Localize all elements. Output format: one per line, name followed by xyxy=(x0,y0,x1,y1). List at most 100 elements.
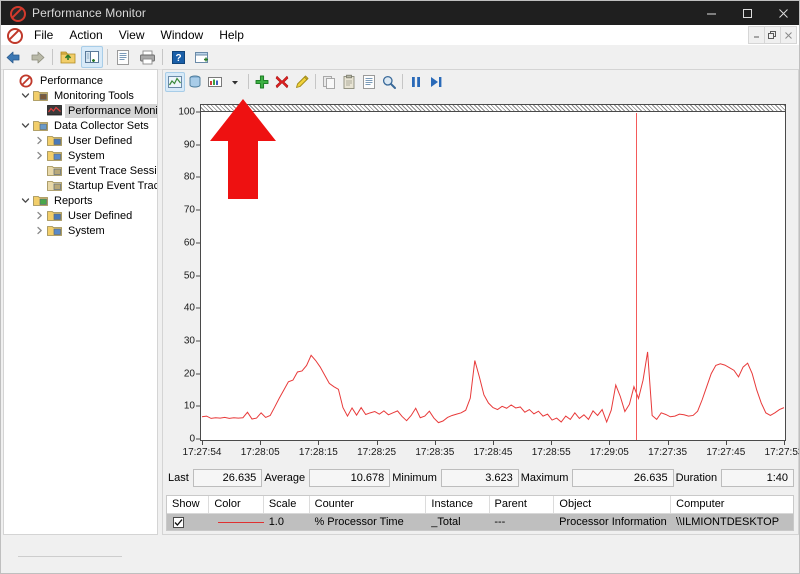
counter-table-body: 1.0% Processor Time_Total---Processor In… xyxy=(167,514,793,530)
tree-item-user-defined[interactable]: User Defined xyxy=(4,208,157,223)
x-axis-tick-label: 17:28:45 xyxy=(474,447,513,458)
column-header-scale[interactable]: Scale xyxy=(264,496,310,513)
tree-item-label: User Defined xyxy=(65,134,135,148)
delete-counter-button[interactable] xyxy=(272,72,292,92)
help-button[interactable]: ? xyxy=(167,46,189,68)
column-header-counter[interactable]: Counter xyxy=(310,496,427,513)
copy-properties-button[interactable] xyxy=(319,72,339,92)
tree-item-monitoring-tools[interactable]: Monitoring Tools xyxy=(4,88,157,103)
change-graph-type-button[interactable] xyxy=(205,72,225,92)
tree-item-label: Data Collector Sets xyxy=(51,119,152,133)
maximize-button[interactable] xyxy=(729,1,765,25)
chevron-collapsed-icon[interactable] xyxy=(32,133,46,148)
performance-monitor-window: Performance Monitor File Action View Win… xyxy=(0,0,800,574)
chevron-expanded-icon[interactable] xyxy=(18,193,32,208)
tree-item-label: Performance xyxy=(37,74,106,88)
table-row[interactable]: 1.0% Processor Time_Total---Processor In… xyxy=(167,514,793,530)
minimize-button[interactable] xyxy=(693,1,729,25)
menu-help[interactable]: Help xyxy=(211,26,252,44)
mdi-close-button[interactable] xyxy=(780,26,797,44)
tree-item-performance-monitor[interactable]: Performance Monitor xyxy=(4,103,157,118)
freeze-display-button[interactable] xyxy=(406,72,426,92)
zoom-button[interactable] xyxy=(379,72,399,92)
properties-button[interactable] xyxy=(112,46,134,68)
computer-cell: \\ILMIONTDESKTOP xyxy=(671,514,793,530)
tree-item-system[interactable]: System xyxy=(4,223,157,238)
tree-item-startup-event-trace-ses[interactable]: Startup Event Trace Ses: xyxy=(4,178,157,193)
plot-area[interactable] xyxy=(200,104,786,441)
x-axis-tick xyxy=(784,441,785,445)
close-button[interactable] xyxy=(765,1,800,25)
up-one-level-button[interactable] xyxy=(57,46,79,68)
tree-item-data-collector-sets[interactable]: Data Collector Sets xyxy=(4,118,157,133)
chevron-collapsed-icon[interactable] xyxy=(32,208,46,223)
duration-value: 1:40 xyxy=(721,469,794,487)
new-window-button[interactable] xyxy=(191,46,213,68)
x-axis-tick xyxy=(202,441,203,445)
x-axis-tick-label: 17:28:25 xyxy=(357,447,396,458)
maximum-value: 26.635 xyxy=(572,469,673,487)
performance-monitor-pane: 0102030405060708090100 17:27:5417:28:051… xyxy=(162,69,799,535)
show-cell[interactable] xyxy=(167,517,209,528)
x-axis-tick xyxy=(260,441,261,445)
toolbar-separator xyxy=(162,49,163,65)
folder-system-icon xyxy=(46,148,62,163)
tree-item-reports[interactable]: Reports xyxy=(4,193,157,208)
column-header-color[interactable]: Color xyxy=(209,496,263,513)
x-axis-tick-label: 17:28:55 xyxy=(532,447,571,458)
object-cell: Processor Information xyxy=(554,514,671,530)
main-toolbar: ? xyxy=(1,45,800,70)
folder-user-icon xyxy=(46,133,62,148)
menu-bar: File Action View Window Help xyxy=(1,25,800,46)
folder-collector-icon xyxy=(32,118,48,133)
tree-item-performance[interactable]: Performance xyxy=(4,73,157,88)
x-axis-tick-label: 17:27:45 xyxy=(706,447,745,458)
update-data-button[interactable] xyxy=(426,72,446,92)
x-axis-tick xyxy=(668,441,669,445)
y-axis: 0102030405060708090100 xyxy=(166,95,200,443)
graph-type-dropdown[interactable] xyxy=(225,72,245,92)
column-header-computer[interactable]: Computer xyxy=(671,496,793,513)
monitor-chart-icon xyxy=(46,103,62,118)
view-current-activity-button[interactable] xyxy=(165,72,185,92)
add-counter-button[interactable] xyxy=(252,72,272,92)
forward-button[interactable] xyxy=(26,46,48,68)
column-header-show[interactable]: Show xyxy=(167,496,209,513)
properties-button[interactable] xyxy=(359,72,379,92)
menu-window[interactable]: Window xyxy=(153,26,212,44)
paste-counter-list-button[interactable] xyxy=(339,72,359,92)
statistics-bar: Last 26.635 Average 10.678 Minimum 3.623… xyxy=(166,468,794,488)
tree-item-system[interactable]: System xyxy=(4,148,157,163)
x-axis-tick xyxy=(493,441,494,445)
show-hide-console-tree-button[interactable] xyxy=(81,46,103,68)
tree-item-user-defined[interactable]: User Defined xyxy=(4,133,157,148)
back-button[interactable] xyxy=(2,46,24,68)
print-button[interactable] xyxy=(136,46,158,68)
folder-user-icon xyxy=(46,208,62,223)
menu-action[interactable]: Action xyxy=(61,26,110,44)
tree-item-event-trace-sessions[interactable]: Event Trace Sessions xyxy=(4,163,157,178)
svg-text:?: ? xyxy=(175,53,181,64)
chevron-expanded-icon[interactable] xyxy=(18,88,32,103)
menu-file[interactable]: File xyxy=(26,26,61,44)
folder-reports-icon xyxy=(32,193,48,208)
mdi-restore-button[interactable] xyxy=(764,26,781,44)
column-header-object[interactable]: Object xyxy=(554,496,671,513)
show-checkbox[interactable] xyxy=(173,517,184,528)
color-cell[interactable] xyxy=(209,522,263,523)
chevron-collapsed-icon[interactable] xyxy=(32,148,46,163)
y-axis-tick-label: 80 xyxy=(184,172,195,183)
column-header-parent[interactable]: Parent xyxy=(490,496,555,513)
mdi-minimize-button[interactable] xyxy=(748,26,765,44)
view-log-data-button[interactable] xyxy=(185,72,205,92)
menu-view[interactable]: View xyxy=(111,26,153,44)
chevron-expanded-icon[interactable] xyxy=(18,118,32,133)
last-label: Last xyxy=(166,472,193,484)
chevron-collapsed-icon[interactable] xyxy=(32,223,46,238)
x-axis-tick xyxy=(726,441,727,445)
minimum-label: Minimum xyxy=(390,472,441,484)
perfmon-blocked-icon xyxy=(6,27,22,43)
y-axis-tick-label: 50 xyxy=(184,270,195,281)
highlight-button[interactable] xyxy=(292,72,312,92)
column-header-instance[interactable]: Instance xyxy=(426,496,489,513)
